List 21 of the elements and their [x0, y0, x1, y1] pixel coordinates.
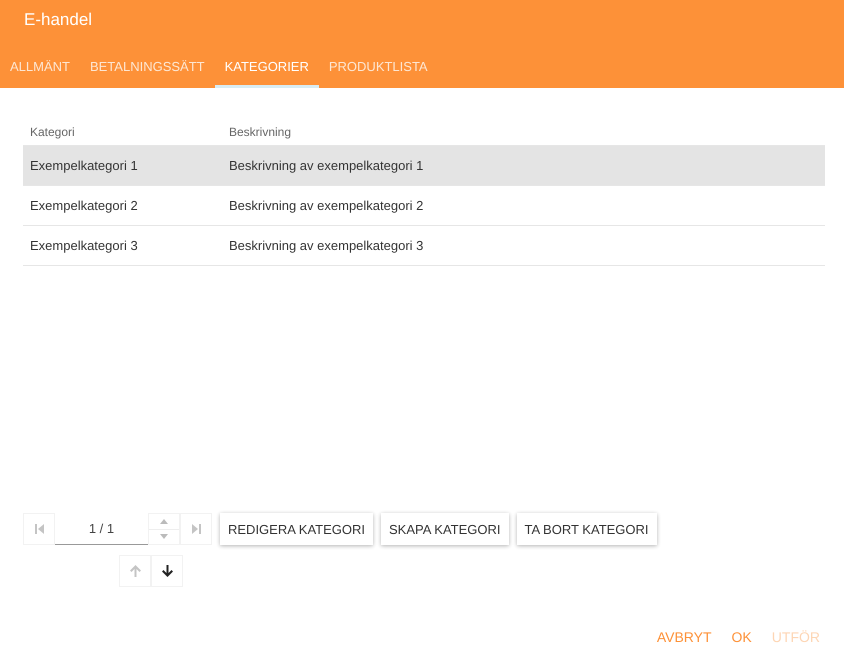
- table-cell-text: Exempelkategori 3: [29, 238, 139, 253]
- last-page-icon: [192, 524, 200, 534]
- window-title: E-handel: [23, 9, 94, 31]
- column-header: Beskrivning: [228, 124, 292, 138]
- action-button[interactable]: TA BORT KATEGORI: [516, 513, 657, 545]
- table-cell-text: Exempelkategori 1: [29, 158, 139, 173]
- first-page-icon: [34, 524, 44, 534]
- page-field[interactable]: 1 / 1: [55, 513, 148, 545]
- column-header: Kategori: [29, 124, 76, 138]
- move-down-button[interactable]: [151, 555, 183, 587]
- arrow-up-icon: [130, 565, 140, 577]
- table-cell-text: Beskrivning av exempelkategori 3: [228, 238, 424, 253]
- arrow-down-icon: [162, 565, 172, 577]
- table-cell-text: Beskrivning av exempelkategori 2: [228, 198, 424, 213]
- table-cell-text: Beskrivning av exempelkategori 1: [228, 158, 424, 173]
- action-button[interactable]: SKAPA KATEGORI: [381, 513, 509, 545]
- table-row[interactable]: Exempelkategori 1 Beskrivning av exempelkategori 1: [23, 146, 825, 186]
- caret-up-icon: [160, 518, 168, 524]
- action-button[interactable]: REDIGERA KATEGORI: [220, 513, 374, 545]
- table-cell-text: Exempelkategori 2: [29, 198, 139, 213]
- caret-down-icon: [160, 534, 168, 540]
